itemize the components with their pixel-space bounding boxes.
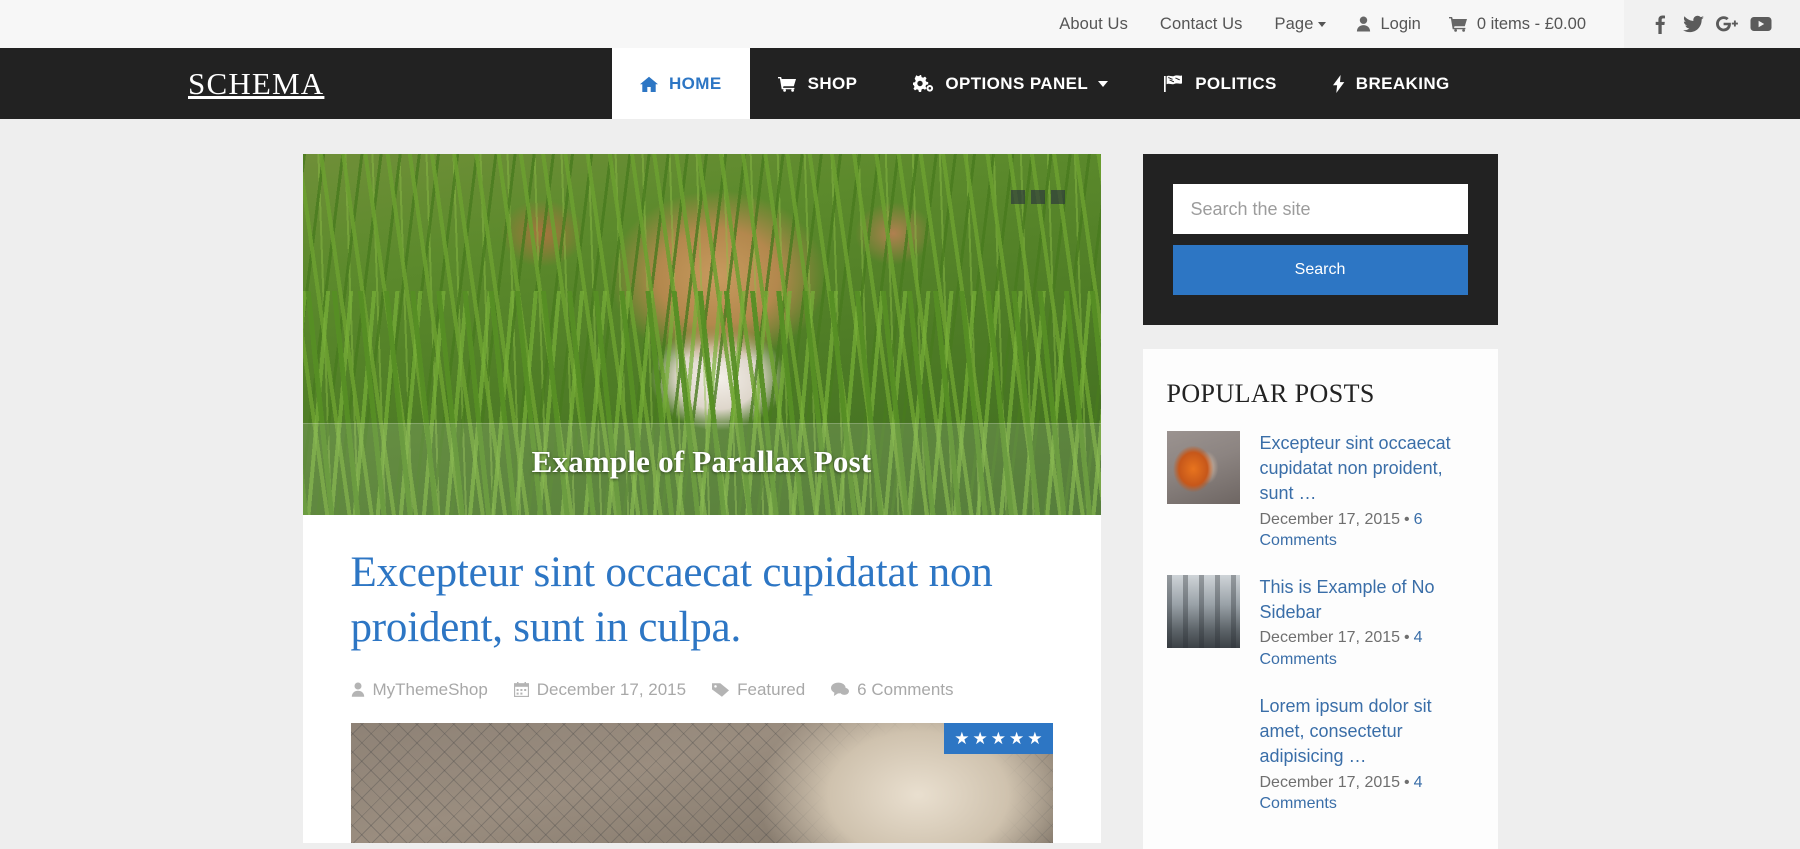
post-thumbnail[interactable] (1166, 575, 1240, 649)
post-date-label: December 17, 2015 (1259, 629, 1401, 647)
flag-icon (1164, 75, 1184, 92)
top-bar-inner: About Us Contact Us Page Login 0 items -… (1043, 0, 1800, 48)
search-input[interactable] (1172, 184, 1468, 234)
social-links (1624, 0, 1800, 48)
page-title[interactable]: Excepteur sint occaecat cupidatat non pr… (351, 545, 1053, 656)
home-icon (640, 76, 658, 92)
menu-item-options-panel[interactable]: OPTIONS PANEL (885, 48, 1136, 119)
login-link[interactable]: Login (1342, 15, 1434, 34)
star-icon: ★ (1009, 728, 1025, 748)
chevron-down-icon (1318, 22, 1327, 27)
meta-separator: • (1404, 773, 1410, 791)
post-category-label: Featured (737, 679, 806, 699)
bolt-icon (1332, 74, 1345, 93)
list-item-body: This is Example of No Sidebar December 1… (1260, 575, 1474, 670)
topnav-label: Contact Us (1159, 15, 1243, 33)
list-item-body: Excepteur sint occaecat cupidatat non pr… (1260, 431, 1474, 551)
post-link[interactable]: This is Example of No Sidebar (1260, 575, 1474, 625)
menu-item-home[interactable]: HOME (612, 48, 750, 119)
user-icon (351, 682, 365, 698)
googleplus-icon[interactable] (1710, 7, 1744, 41)
article-card: Excepteur sint occaecat cupidatat non pr… (302, 515, 1101, 843)
menu-label: SHOP (807, 73, 858, 93)
calendar-icon (513, 682, 529, 698)
list-item[interactable]: This is Example of No Sidebar December 1… (1166, 575, 1474, 670)
meta-separator: • (1404, 510, 1410, 528)
post-meta: December 17, 2015 • 4 Comments (1260, 627, 1474, 670)
list-item[interactable]: Excepteur sint occaecat cupidatat non pr… (1166, 431, 1474, 551)
cart-icon (1448, 16, 1468, 32)
post-meta: December 17, 2015 • 6 Comments (1260, 509, 1474, 552)
featured-caption-bar: Example of Parallax Post (302, 423, 1101, 515)
post-thumbnail[interactable] (1167, 694, 1240, 767)
star-icon: ★ (1027, 728, 1043, 748)
menu-item-politics[interactable]: POLITICS (1136, 48, 1305, 119)
post-date-label: December 17, 2015 (536, 679, 687, 699)
post-comments[interactable]: 6 Comments (831, 679, 954, 700)
cart-icon (777, 76, 797, 92)
post-author-label: MyThemeShop (372, 679, 488, 699)
post-meta: MyThemeShop December 17, 2015 Featured 6… (351, 680, 1053, 700)
list-item[interactable]: Lorem ipsum dolor sit amet, consectetur … (1167, 694, 1474, 814)
post-meta: December 17, 2015 • 4 Comments (1260, 772, 1474, 815)
page-body: Example of Parallax Post Excepteur sint … (0, 119, 1800, 849)
star-icon: ★ (990, 728, 1006, 748)
topnav-label: Page (1274, 15, 1314, 33)
site-logo[interactable]: SCHEMA (0, 48, 612, 119)
list-item-body: Lorem ipsum dolor sit amet, consectetur … (1260, 694, 1474, 814)
user-icon (1356, 16, 1371, 32)
post-link[interactable]: Lorem ipsum dolor sit amet, consectetur … (1260, 694, 1474, 770)
top-navigation: About Us Contact Us Page (1043, 0, 1342, 48)
primary-menu: HOME SHOP OPTIONS PANEL POLITICS BREAKIN… (612, 48, 1478, 119)
topnav-item-page[interactable]: Page (1259, 0, 1343, 48)
cart-label: 0 items - £0.00 (1476, 14, 1586, 33)
post-date-label: December 17, 2015 (1259, 510, 1401, 528)
post-comments-label: 6 Comments (857, 679, 954, 699)
featured-parallax-post[interactable]: Example of Parallax Post (302, 154, 1101, 515)
search-widget: Search (1142, 154, 1498, 325)
slider-dot[interactable] (1010, 190, 1025, 204)
topnav-item-contact-us[interactable]: Contact Us (1144, 0, 1259, 48)
main-navigation-bar: SCHEMA HOME SHOP OPTIONS PANEL POLITICS … (0, 48, 1800, 119)
featured-caption-title: Example of Parallax Post (531, 444, 872, 479)
facebook-icon[interactable] (1642, 7, 1676, 41)
meta-separator: • (1404, 629, 1410, 647)
article-thumbnail[interactable]: ★ ★ ★ ★ ★ (350, 722, 1053, 843)
popular-posts-widget: POPULAR POSTS Excepteur sint occaecat cu… (1142, 349, 1498, 849)
post-date: December 17, 2015 (513, 679, 687, 700)
topnav-label: About Us (1059, 15, 1128, 33)
slider-dot[interactable] (1050, 190, 1065, 204)
slider-dot[interactable] (1030, 190, 1045, 204)
youtube-icon[interactable] (1744, 7, 1778, 41)
star-icon: ★ (954, 728, 970, 748)
site-logo-text: SCHEMA (188, 65, 325, 101)
post-category[interactable]: Featured (712, 680, 805, 700)
menu-label: POLITICS (1195, 73, 1277, 93)
main-content: Example of Parallax Post Excepteur sint … (302, 154, 1101, 849)
twitter-icon[interactable] (1676, 7, 1710, 41)
status-badge: ★ ★ ★ ★ ★ (944, 722, 1053, 754)
top-bar: About Us Contact Us Page Login 0 items -… (0, 0, 1800, 48)
tag-icon (712, 682, 730, 698)
comments-icon (831, 682, 850, 697)
menu-item-breaking[interactable]: BREAKING (1305, 48, 1478, 119)
post-link[interactable]: Excepteur sint occaecat cupidatat non pr… (1260, 431, 1474, 507)
login-label: Login (1380, 14, 1421, 33)
menu-label: BREAKING (1355, 73, 1450, 93)
menu-label: HOME (669, 73, 722, 93)
chevron-down-icon (1098, 80, 1109, 87)
menu-item-shop[interactable]: SHOP (750, 48, 886, 119)
featured-slider-dots[interactable] (1010, 190, 1065, 204)
cogs-icon (913, 75, 934, 92)
popular-posts-title: POPULAR POSTS (1166, 379, 1375, 408)
post-author[interactable]: MyThemeShop (351, 680, 488, 700)
topnav-item-about-us[interactable]: About Us (1043, 0, 1144, 48)
menu-label: OPTIONS PANEL (945, 73, 1089, 93)
search-button[interactable]: Search (1172, 245, 1468, 295)
cart-link[interactable]: 0 items - £0.00 (1435, 15, 1600, 34)
post-thumbnail[interactable] (1166, 431, 1240, 504)
sidebar: Search POPULAR POSTS Excepteur sint occa… (1142, 154, 1498, 849)
post-date-label: December 17, 2015 (1259, 773, 1401, 791)
star-icon: ★ (972, 728, 988, 748)
